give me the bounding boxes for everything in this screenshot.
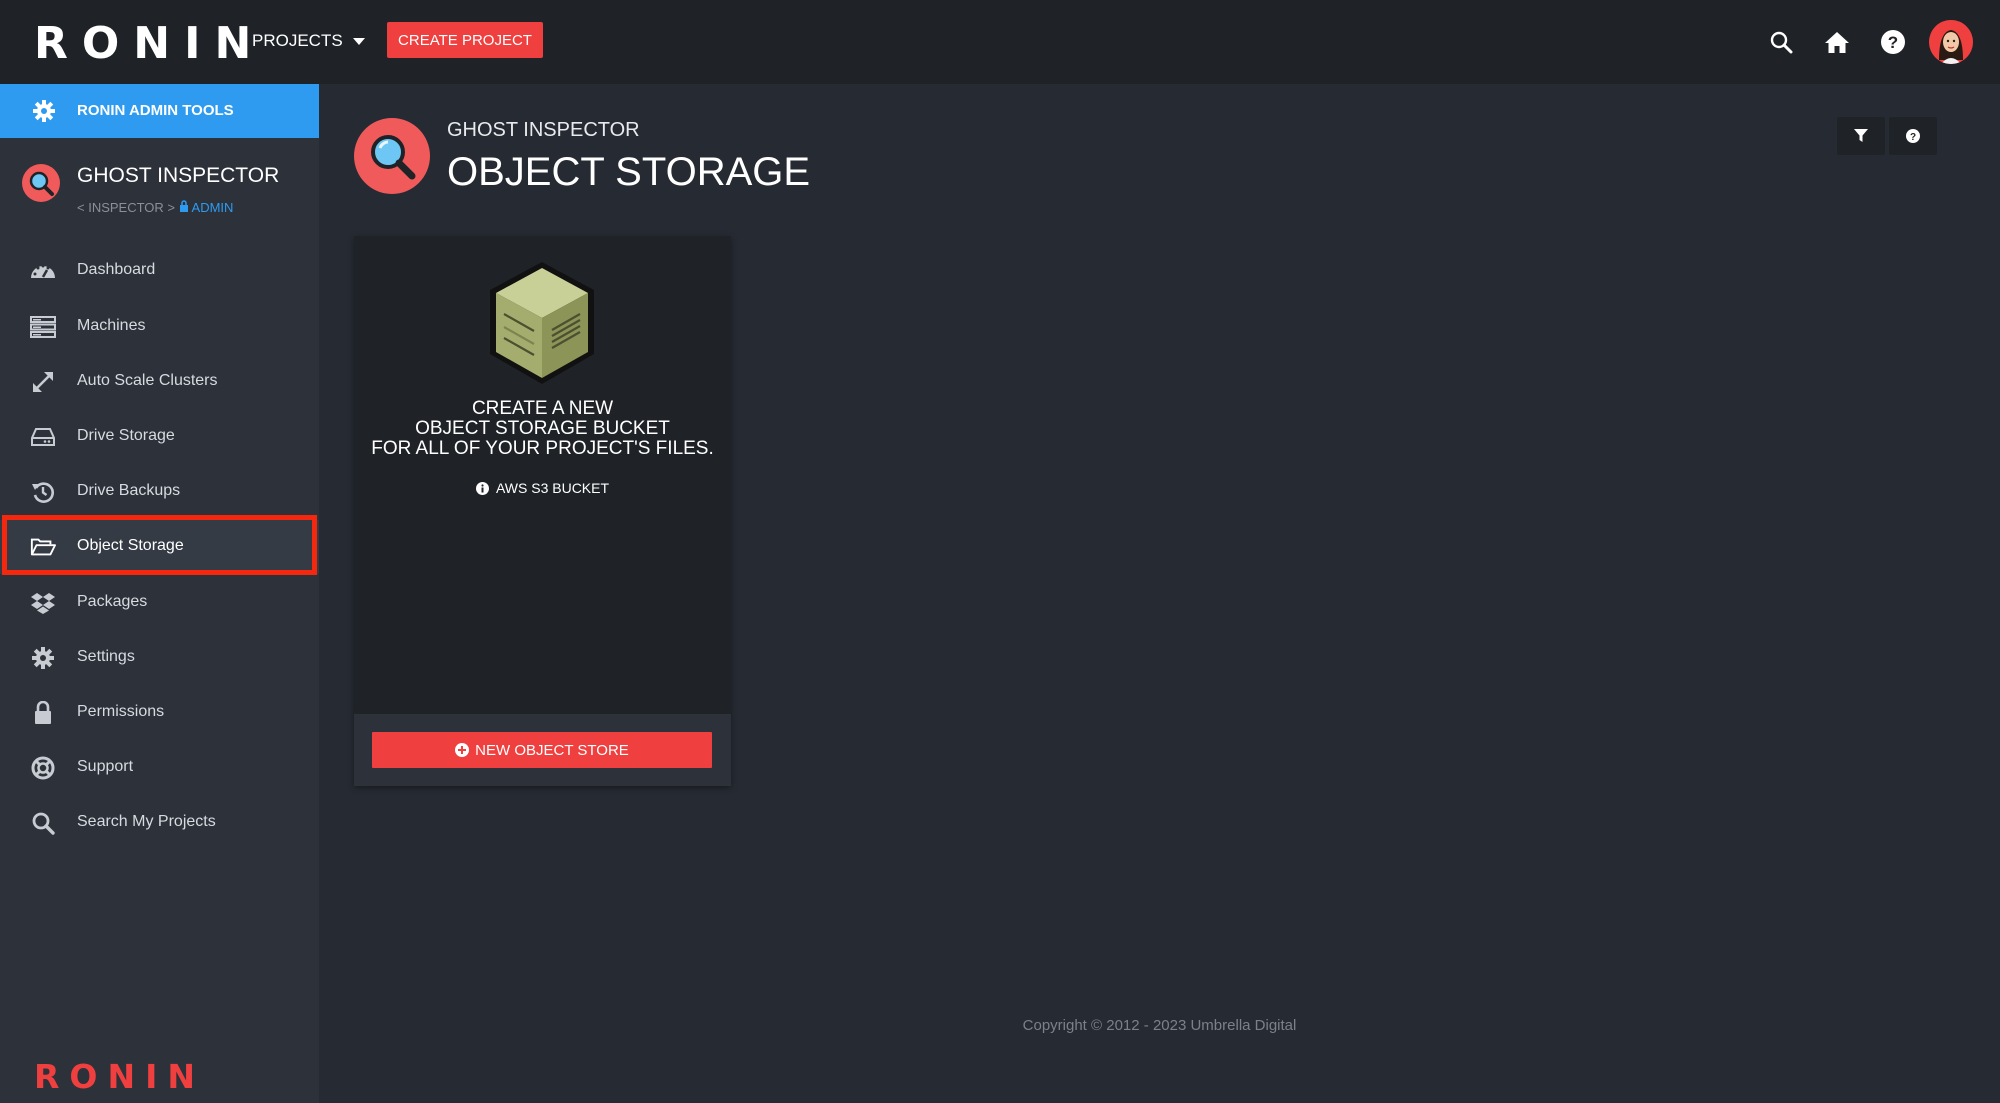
- ronin-admin-tools-button[interactable]: RONIN ADMIN TOOLS: [0, 84, 319, 138]
- new-object-store-button[interactable]: NEW OBJECT STORE: [372, 732, 712, 768]
- expand-icon: [30, 369, 56, 395]
- sidebar-item-settings[interactable]: Settings: [0, 631, 319, 685]
- project-name: GHOST INSPECTOR: [77, 164, 280, 187]
- help-button[interactable]: ?: [1889, 117, 1937, 155]
- filter-button[interactable]: [1837, 117, 1885, 155]
- sidebar-item-label: Auto Scale Clusters: [77, 372, 218, 389]
- sidebar-item-machines[interactable]: Machines: [0, 300, 319, 354]
- ronin-footer-logo: RONIN: [34, 1057, 205, 1096]
- aws-s3-info: AWS S3 BUCKET: [354, 480, 731, 496]
- avatar[interactable]: [1929, 20, 1973, 64]
- plus-circle-icon: [455, 743, 470, 757]
- admin-link[interactable]: ADMIN: [179, 200, 234, 215]
- sidebar-item-dashboard[interactable]: Dashboard: [0, 244, 319, 298]
- filter-icon: [1854, 129, 1868, 142]
- sidebar-item-permissions[interactable]: Permissions: [0, 686, 319, 740]
- help-icon[interactable]: ?: [1878, 27, 1908, 57]
- help-icon: ?: [1906, 129, 1920, 143]
- page-title: OBJECT STORAGE: [447, 150, 811, 194]
- info-icon: [475, 481, 489, 495]
- new-object-store-label: NEW OBJECT STORE: [475, 741, 629, 759]
- inspector-back-link[interactable]: < INSPECTOR >: [77, 200, 175, 215]
- card-footer: NEW OBJECT STORE: [354, 714, 731, 786]
- svg-text:?: ?: [1888, 33, 1898, 52]
- object-storage-card: CREATE A NEW OBJECT STORAGE BUCKET FOR A…: [354, 236, 731, 786]
- admin-label: ADMIN: [191, 200, 234, 215]
- lock-icon: [30, 700, 56, 726]
- card-line-3: FOR ALL OF YOUR PROJECT'S FILES.: [371, 438, 714, 459]
- card-line-1: CREATE A NEW: [471, 398, 614, 419]
- sidebar-item-packages[interactable]: Packages: [0, 576, 319, 630]
- sidebar-item-search-my-projects[interactable]: Search My Projects: [0, 796, 319, 850]
- projects-dropdown[interactable]: PROJECTS: [252, 31, 365, 51]
- history-icon: [30, 479, 56, 505]
- sidebar-item-label: Dashboard: [77, 261, 156, 278]
- caret-down-icon: [352, 37, 365, 45]
- sidebar-item-auto-scale-clusters[interactable]: Auto Scale Clusters: [0, 355, 319, 409]
- gear-icon: [32, 99, 56, 128]
- copyright-text: Copyright © 2012 - 2023 Umbrella Digital: [1022, 1017, 1297, 1034]
- project-breadcrumb: < INSPECTOR > ADMIN: [77, 200, 233, 215]
- sidebar-item-label: Support: [77, 758, 134, 775]
- page-subtitle: GHOST INSPECTOR: [447, 119, 640, 141]
- lock-icon: [179, 200, 188, 212]
- sidebar-item-label: Machines: [77, 317, 146, 334]
- project-logo-icon: [22, 164, 60, 202]
- folder-open-icon: [30, 534, 56, 560]
- create-project-button[interactable]: CREATE PROJECT: [387, 22, 543, 58]
- gear-icon: [30, 645, 56, 671]
- card-description: CREATE A NEW OBJECT STORAGE BUCKET FOR A…: [354, 399, 731, 459]
- aws-s3-label: AWS S3 BUCKET: [495, 480, 610, 496]
- sidebar-item-label: Packages: [77, 593, 148, 610]
- sidebar-item-label: Search My Projects: [77, 813, 216, 830]
- sidebar: RONIN ADMIN TOOLS GHOST INSPECTOR < INSP…: [0, 84, 319, 1103]
- dashboard-icon: [30, 258, 56, 284]
- sidebar-item-label: Drive Backups: [77, 482, 181, 499]
- drive-icon: [30, 424, 56, 450]
- home-icon[interactable]: [1822, 27, 1852, 57]
- card-line-2: OBJECT STORAGE BUCKET: [415, 418, 670, 439]
- search-icon[interactable]: [1766, 27, 1796, 57]
- storage-cube-icon: [482, 258, 602, 393]
- dropbox-icon: [30, 590, 56, 616]
- sidebar-item-label: Permissions: [77, 703, 165, 720]
- sidebar-item-drive-backups[interactable]: Drive Backups: [0, 465, 319, 519]
- sidebar-item-label: Drive Storage: [77, 427, 175, 444]
- sidebar-item-drive-storage[interactable]: Drive Storage: [0, 410, 319, 464]
- top-bar: RONIN PROJECTS CREATE PROJECT ?: [0, 0, 2000, 84]
- projects-label: PROJECTS: [252, 31, 343, 50]
- server-icon: [30, 314, 56, 340]
- sidebar-item-label: Object Storage: [77, 537, 184, 554]
- lifebuoy-icon: [30, 755, 56, 781]
- sidebar-item-support[interactable]: Support: [0, 741, 319, 795]
- project-logo-icon: [354, 118, 430, 194]
- search-icon: [30, 810, 56, 836]
- sidebar-item-label: Settings: [77, 648, 135, 665]
- admin-tools-label: RONIN ADMIN TOOLS: [77, 102, 234, 119]
- ronin-logo[interactable]: RONIN: [34, 18, 265, 69]
- svg-text:?: ?: [1910, 132, 1916, 143]
- sidebar-item-object-storage[interactable]: Object Storage: [0, 520, 319, 574]
